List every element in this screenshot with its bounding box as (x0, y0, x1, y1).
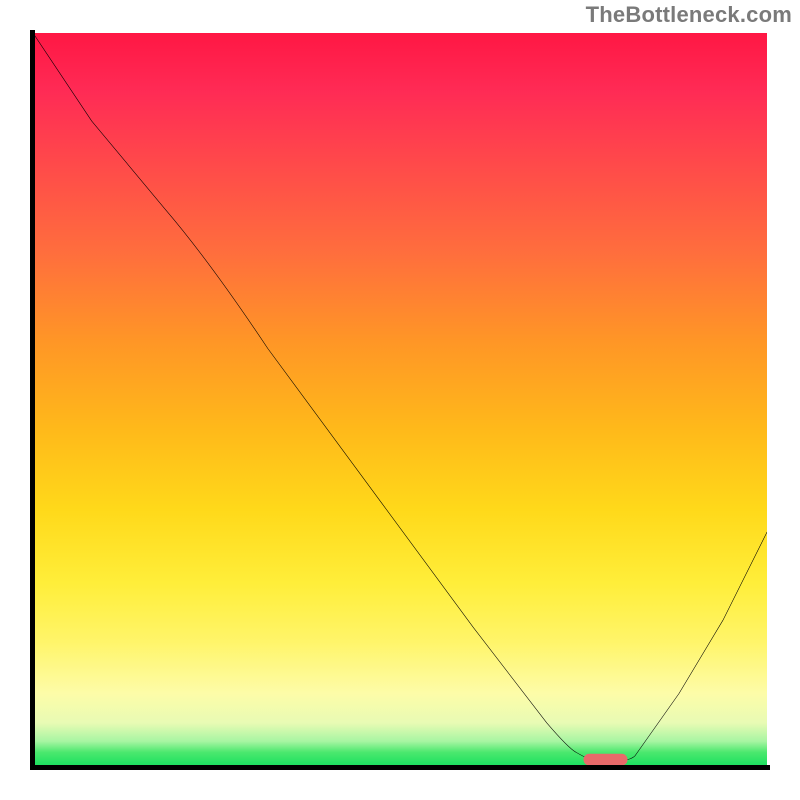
watermark-text: TheBottleneck.com (586, 2, 792, 28)
x-axis (30, 765, 770, 770)
plot-svg (33, 33, 767, 767)
plot-area (33, 33, 767, 767)
chart-stage: TheBottleneck.com (0, 0, 800, 800)
y-axis (30, 30, 35, 770)
bottleneck-curve (33, 33, 767, 761)
optimal-range-marker (584, 754, 628, 766)
